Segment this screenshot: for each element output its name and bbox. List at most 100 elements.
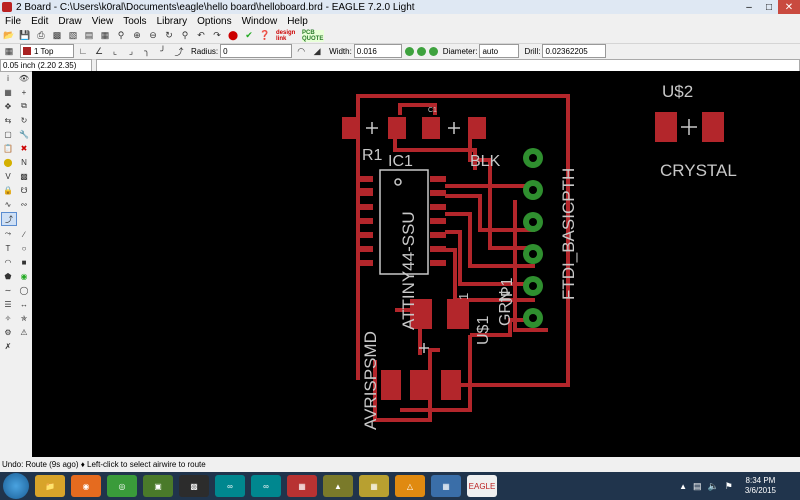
rect-icon[interactable]: ■ (17, 256, 31, 268)
drill-input[interactable]: 0.02362205 (542, 44, 607, 58)
go-icon[interactable]: ✔ (242, 30, 256, 42)
help-icon[interactable]: ❓ (258, 30, 272, 42)
run-ulp-icon[interactable]: ▦ (98, 30, 112, 42)
vlc-icon[interactable]: △ (395, 475, 425, 497)
tray-arrow-icon[interactable]: ▲ (679, 482, 687, 491)
smash-icon[interactable]: ▩ (17, 170, 31, 182)
volume-icon[interactable]: 🔈 (708, 481, 719, 492)
value-icon[interactable]: V (1, 170, 15, 182)
zoom-out-icon[interactable]: ⊖ (146, 30, 160, 42)
files-icon[interactable]: ▦ (431, 475, 461, 497)
errors-icon[interactable]: ✗ (1, 340, 15, 352)
zoom-select-icon[interactable]: ⚲ (178, 30, 192, 42)
designlink-logo[interactable]: design link (276, 30, 298, 42)
network-icon[interactable]: ▤ (693, 481, 702, 492)
media-icon[interactable]: ▣ (143, 475, 173, 497)
signal-icon[interactable]: ∼ (1, 284, 15, 296)
grid-icon[interactable]: ▦ (2, 45, 16, 57)
bend-style-1-icon[interactable]: ∠ (92, 45, 106, 57)
bend-style-4-icon[interactable]: ╮ (140, 45, 154, 57)
print-icon[interactable]: ⎙ (34, 30, 48, 42)
drc-icon[interactable]: ⚠ (17, 326, 31, 338)
inkscape-icon[interactable]: ▲ (323, 475, 353, 497)
menu-edit[interactable]: Edit (26, 16, 53, 27)
arduino-icon-2[interactable]: ∞ (251, 475, 281, 497)
menu-file[interactable]: File (0, 16, 26, 27)
autorouter-icon[interactable]: ✯ (17, 312, 31, 324)
ratsnest-icon[interactable]: ✧ (1, 312, 15, 324)
ripup-icon[interactable]: ⤳ (1, 228, 15, 240)
explorer-icon[interactable]: 📁 (35, 475, 65, 497)
via-shape-octagon-icon[interactable] (428, 46, 438, 56)
add-icon[interactable]: ⬤ (1, 156, 15, 168)
menu-view[interactable]: View (87, 16, 119, 27)
lock-icon[interactable]: 🔒 (1, 184, 15, 196)
zoom-in-icon[interactable]: ⊕ (130, 30, 144, 42)
erc-icon[interactable]: ⚙ (1, 326, 15, 338)
menu-library[interactable]: Library (152, 16, 193, 27)
info-icon[interactable]: i (1, 72, 15, 84)
move-icon[interactable]: ✥ (1, 100, 15, 112)
hole-icon[interactable]: ◯ (17, 284, 31, 296)
name-icon[interactable]: N (17, 156, 31, 168)
mark-icon[interactable]: + (17, 86, 31, 98)
board-drawing[interactable]: R1 C1 IC1 ATTINY44-SSU BLK JP1 GRN FTDI_… (32, 71, 800, 457)
redraw-icon[interactable]: ↻ (162, 30, 176, 42)
wire-icon[interactable]: ∕ (17, 228, 31, 240)
split-icon[interactable]: ☋ (17, 184, 31, 196)
start-button[interactable] (3, 473, 29, 499)
diameter-input[interactable]: auto (479, 44, 520, 58)
script-icon[interactable]: ▤ (82, 30, 96, 42)
attribute-icon[interactable]: ☰ (1, 298, 15, 310)
meander-icon[interactable]: ∾ (17, 198, 31, 210)
text-icon[interactable]: T (1, 242, 15, 254)
rotate-icon[interactable]: ↻ (17, 114, 31, 126)
zoom-fit-icon[interactable]: ⚲ (114, 30, 128, 42)
arc-icon[interactable]: ◠ (1, 256, 15, 268)
maximize-button[interactable]: □ (760, 0, 778, 14)
paste-icon[interactable]: 📋 (1, 142, 15, 154)
optimize-icon[interactable]: ∿ (1, 198, 15, 210)
menu-window[interactable]: Window (237, 16, 283, 27)
miter-round-icon[interactable]: ◠ (294, 45, 308, 57)
pdf-icon[interactable]: ▦ (287, 475, 317, 497)
dimension-icon[interactable]: ↔ (17, 298, 31, 310)
close-button[interactable]: ✕ (778, 0, 800, 14)
miter-straight-icon[interactable]: ◢ (310, 45, 324, 57)
command-line-input[interactable] (96, 58, 800, 72)
polygon-icon[interactable]: ⬟ (1, 270, 15, 282)
copy-icon[interactable]: ⧉ (17, 100, 31, 112)
radius-input[interactable]: 0 (220, 44, 293, 58)
clock[interactable]: 8:34 PM 3/6/2015 (745, 476, 776, 496)
show-icon[interactable]: 👁 (17, 72, 31, 84)
firefox-icon[interactable]: ◉ (71, 475, 101, 497)
bend-style-6-icon[interactable]: ⤴ (172, 45, 186, 57)
minimize-button[interactable]: – (738, 0, 760, 14)
board-canvas[interactable]: R1 C1 IC1 ATTINY44-SSU BLK JP1 GRN FTDI_… (32, 71, 800, 457)
layer-select[interactable]: 1 Top (20, 44, 74, 58)
pcbquote-logo[interactable]: PCB QUOTE (302, 29, 324, 42)
bend-style-0-icon[interactable]: ∟ (76, 45, 90, 57)
via-icon[interactable]: ◉ (17, 270, 31, 282)
open-icon[interactable]: 📂 (2, 30, 16, 42)
menu-tools[interactable]: Tools (118, 16, 151, 27)
menu-help[interactable]: Help (282, 16, 313, 27)
schematic-icon[interactable]: ▧ (66, 30, 80, 42)
arduino-icon[interactable]: ∞ (215, 475, 245, 497)
via-shape-round-icon[interactable] (416, 46, 426, 56)
bend-style-3-icon[interactable]: ⌟ (124, 45, 138, 57)
flag-icon[interactable]: ⚑ (725, 481, 733, 492)
display-icon[interactable]: ▦ (1, 86, 15, 98)
mirror-icon[interactable]: ⇆ (1, 114, 15, 126)
width-input[interactable]: 0.016 (353, 44, 402, 58)
bend-style-5-icon[interactable]: ╯ (156, 45, 170, 57)
undo-icon[interactable]: ↶ (194, 30, 208, 42)
chrome-icon[interactable]: ◎ (107, 475, 137, 497)
stop-icon[interactable]: ⬤ (226, 30, 240, 42)
eagle-icon[interactable]: EAGLE (467, 475, 497, 497)
archive-icon[interactable]: ▦ (359, 475, 389, 497)
bend-style-2-icon[interactable]: ⌞ (108, 45, 122, 57)
cam-icon[interactable]: ▩ (50, 30, 64, 42)
change-icon[interactable]: 🔧 (17, 128, 31, 140)
menu-options[interactable]: Options (192, 16, 236, 27)
